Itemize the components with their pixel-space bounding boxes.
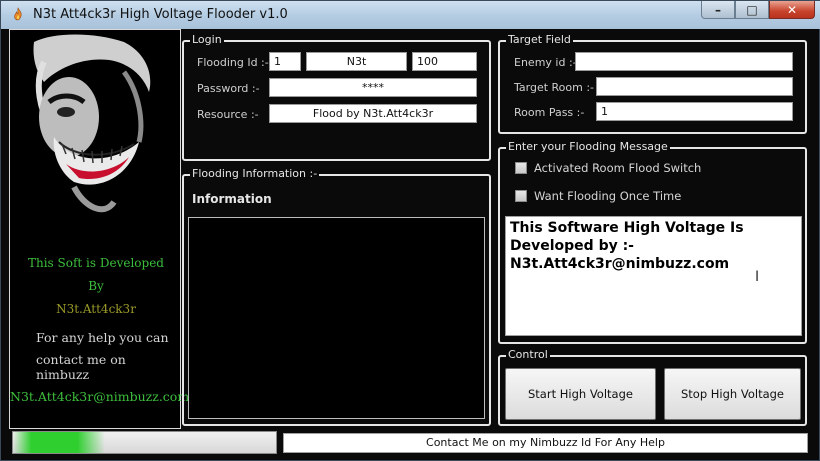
flooding-information-legend: Flooding Information :- <box>190 167 320 181</box>
status-text-box[interactable]: Contact Me on my Nimbuzz Id For Any Help <box>283 433 808 453</box>
information-heading: Information <box>192 192 272 206</box>
progress-bar <box>12 431 277 454</box>
flooding-id-input-2[interactable]: N3t <box>306 52 407 71</box>
maximize-button[interactable]: □ <box>735 1 769 19</box>
target-field-legend: Target Field <box>506 33 573 47</box>
room-flood-switch-label: Activated Room Flood Switch <box>534 161 702 175</box>
contact-email: N3t.Att4ck3r@nimbuzz.com <box>10 389 190 404</box>
resource-input[interactable]: Flood by N3t.Att4ck3r <box>269 104 477 123</box>
room-flood-switch-checkbox[interactable] <box>515 162 527 174</box>
start-high-voltage-button[interactable]: Start High Voltage <box>505 368 656 420</box>
developer-text-line1: This Soft is Developed <box>27 256 164 270</box>
left-panel: This Soft is Developed By N3t.Att4ck3r F… <box>9 29 190 429</box>
password-input[interactable]: **** <box>269 78 477 97</box>
close-icon: ✕ <box>786 2 798 17</box>
minimize-icon: – <box>715 2 721 17</box>
window-title: N3t Att4ck3r High Voltage Flooder v1.0 <box>33 7 288 22</box>
maximize-icon: □ <box>746 2 758 17</box>
enemy-id-input[interactable] <box>575 52 793 71</box>
room-pass-label: Room Pass :- <box>514 106 585 119</box>
room-pass-input[interactable]: 1 <box>596 102 793 121</box>
flooding-id-input-3[interactable]: 100 <box>412 52 477 71</box>
help-text-line1: For any help you can <box>36 330 169 345</box>
control-legend: Control <box>506 348 550 362</box>
text-cursor-icon: I <box>755 269 760 285</box>
title-bar[interactable]: N3t Att4ck3r High Voltage Flooder v1.0 –… <box>1 1 820 29</box>
flooding-message-legend: Enter your Flooding Message <box>506 140 670 154</box>
enemy-id-label: Enemy id :- <box>514 56 577 69</box>
flooding-id-label: Flooding Id :- <box>197 56 269 69</box>
target-room-label: Target Room :- <box>514 81 595 94</box>
developer-text-line2: By <box>88 279 104 293</box>
flame-icon <box>14 7 22 21</box>
password-label: Password :- <box>197 82 260 95</box>
information-log-area[interactable] <box>188 217 485 419</box>
help-text-line2: contact me on nimbuzz <box>36 352 126 382</box>
joker-face-image <box>14 32 164 222</box>
stop-high-voltage-button[interactable]: Stop High Voltage <box>664 368 801 420</box>
flooding-id-input-1[interactable]: 1 <box>269 52 301 71</box>
minimize-button[interactable]: – <box>701 1 735 19</box>
resource-label: Resource :- <box>197 108 259 121</box>
flood-once-label: Want Flooding Once Time <box>534 189 682 203</box>
app-window: N3t Att4ck3r High Voltage Flooder v1.0 –… <box>0 0 820 461</box>
developer-name: N3t.Att4ck3r <box>56 302 136 316</box>
flood-once-checkbox[interactable] <box>515 190 527 202</box>
progress-bar-fill <box>13 432 106 453</box>
target-room-input[interactable] <box>596 77 793 96</box>
close-button[interactable]: ✕ <box>769 1 815 19</box>
login-legend: Login <box>190 33 224 47</box>
